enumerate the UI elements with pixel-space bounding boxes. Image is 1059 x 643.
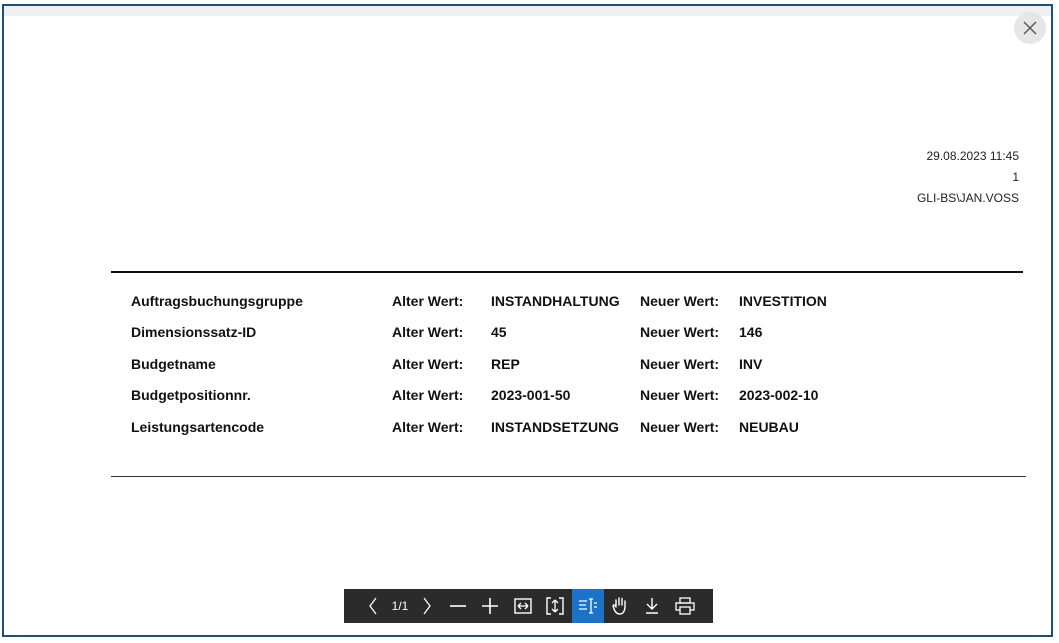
old-value-label: Alter Wert: [392,387,464,403]
new-value: 146 [739,324,763,340]
zoom-in-button[interactable] [476,589,504,623]
new-value: NEUBAU [739,419,799,435]
zoom-in-icon [482,598,498,614]
close-button[interactable] [1014,12,1046,44]
divider-bottom [111,476,1026,477]
old-value: INSTANDHALTUNG [491,293,620,309]
report-header-meta: 29.08.2023 11:45 1 GLI-BS\JAN.VOSS [917,146,1019,209]
new-value: INV [739,356,763,372]
report-viewer: 29.08.2023 11:45 1 GLI-BS\JAN.VOSS Auftr… [2,4,1053,637]
zoom-out-button[interactable] [444,589,472,623]
old-value-label: Alter Wert: [392,324,464,340]
fit-width-button[interactable] [508,589,538,623]
new-value-label: Neuer Wert: [640,293,720,309]
chevron-left-icon [369,597,377,615]
new-value: 2023-002-10 [739,387,819,403]
page-indicator-text: 1/1 [391,599,409,613]
new-value-label: Neuer Wert: [640,419,720,435]
report-user: GLI-BS\JAN.VOSS [916,191,1019,205]
fit-page-button[interactable] [540,589,570,623]
old-value: REP [491,356,520,372]
old-value: INSTANDSETZUNG [491,419,620,435]
old-value-label: Alter Wert: [392,293,464,309]
page-indicator: 1/1 [386,589,414,623]
previous-page-button[interactable] [362,589,384,623]
new-value-label: Neuer Wert: [640,356,720,372]
next-page-button[interactable] [416,589,438,623]
hand-pan-tool-button[interactable] [606,589,636,623]
field-name: Dimensionssatz-ID [131,324,257,340]
fit-width-icon [514,598,532,614]
download-icon [646,598,658,614]
print-button[interactable] [670,589,700,623]
new-value-label: Neuer Wert: [640,324,720,340]
download-button[interactable] [638,589,666,623]
old-value: 45 [491,324,507,340]
hand-pan-icon [612,597,626,615]
new-value-label: Neuer Wert: [640,387,720,403]
print-icon [675,597,695,615]
text-select-icon [579,598,597,614]
text-select-tool-button[interactable] [572,589,604,623]
pdf-toolbar: 1/1 [344,589,713,623]
new-value: INVESTITION [739,293,827,309]
old-value-label: Alter Wert: [392,356,464,372]
chevron-right-icon [423,597,431,615]
field-name: Budgetname [131,356,216,372]
field-name: Auftragsbuchungsgruppe [131,293,303,309]
report-datetime: 29.08.2023 11:45 [926,149,1019,163]
divider-top [111,271,1023,273]
old-value-label: Alter Wert: [392,419,464,435]
fit-page-icon [546,597,564,615]
zoom-out-icon [450,605,466,607]
field-name: Leistungsartencode [131,419,265,435]
report-page-number: 1 [1012,170,1019,184]
field-name: Budgetpositionnr. [131,387,251,403]
old-value: 2023-001-50 [491,387,571,403]
close-icon [1023,21,1037,35]
top-strip [4,6,1051,16]
